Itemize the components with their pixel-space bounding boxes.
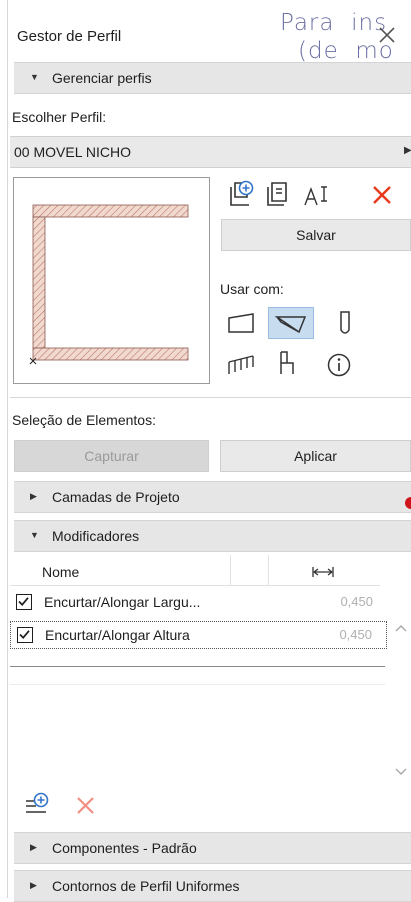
expanded-triangle-icon: ▼ [30, 530, 39, 540]
scroll-up-icon[interactable] [394, 620, 408, 632]
column-separator [268, 555, 269, 585]
chevron-right-icon: ▶ [404, 145, 411, 156]
duplicate-profile-icon[interactable] [264, 179, 294, 209]
row-checkbox[interactable] [16, 594, 32, 610]
expanded-triangle-icon: ▼ [30, 72, 39, 82]
object-tool-icon[interactable] [272, 348, 302, 378]
close-overlay-icon[interactable] [378, 26, 396, 44]
status-dot [405, 497, 411, 509]
row-value: 0,450 [339, 627, 372, 642]
collapsed-triangle-icon: ▶ [30, 491, 37, 501]
panel-left-border [7, 0, 8, 898]
panel-title: Gestor de Perfil [17, 28, 122, 45]
profile-select-value: 00 MOVEL NICHO [14, 144, 131, 160]
section-components[interactable]: ▶ Componentes - Padrão [14, 832, 411, 864]
table-row[interactable]: Encurtar/Alongar Largu... 0,450 [10, 589, 387, 617]
add-modifier-icon[interactable] [24, 790, 54, 820]
table-header: Nome [10, 555, 380, 586]
choose-profile-label: Escolher Perfil: [12, 109, 107, 125]
section-label: Camadas de Projeto [52, 489, 180, 505]
wall-tool-icon[interactable] [226, 308, 256, 338]
section-label: Modificadores [52, 528, 140, 544]
section-modifiers[interactable]: ▼ Modificadores [14, 520, 411, 552]
collapsed-triangle-icon: ▶ [30, 842, 37, 852]
delete-profile-icon[interactable] [368, 181, 398, 211]
profile-select[interactable]: 00 MOVEL NICHO ▶ [10, 136, 411, 168]
info-icon[interactable] [324, 350, 354, 380]
railing-tool-icon[interactable] [226, 348, 256, 378]
table-row-line [10, 684, 385, 685]
section-label: Contornos de Perfil Uniformes [52, 878, 240, 894]
capture-button[interactable]: Capturar [14, 440, 209, 472]
beam-tool-icon[interactable] [268, 307, 314, 339]
rename-profile-icon[interactable] [302, 181, 332, 211]
collapsed-triangle-icon: ▶ [30, 880, 37, 890]
delete-modifier-icon[interactable] [72, 792, 102, 822]
column-tool-icon[interactable] [330, 308, 360, 338]
row-value: 0,450 [340, 594, 373, 609]
overlay-text-line1: Para ins [280, 10, 388, 36]
row-name: Encurtar/Alongar Altura [45, 627, 190, 643]
add-profile-icon[interactable] [227, 179, 257, 209]
section-project-layers[interactable]: ▶ Camadas de Projeto [14, 481, 411, 513]
column-separator [230, 555, 231, 585]
section-manage-profiles[interactable]: ▼ Gerenciar perfis [14, 62, 411, 94]
row-checkbox[interactable] [17, 627, 33, 643]
divider [10, 397, 411, 398]
section-label: Componentes - Padrão [52, 840, 197, 856]
scroll-down-icon[interactable] [394, 764, 408, 776]
column-header-name[interactable]: Nome [42, 564, 79, 580]
profile-preview [13, 177, 210, 384]
use-with-label: Usar com: [220, 281, 284, 297]
apply-button[interactable]: Aplicar [220, 440, 411, 472]
table-row-line [10, 666, 385, 667]
profile-shape-graphic [29, 204, 189, 365]
row-name: Encurtar/Alongar Largu... [44, 594, 201, 610]
save-button[interactable]: Salvar [221, 219, 411, 251]
section-uniform-contours[interactable]: ▶ Contornos de Perfil Uniformes [14, 870, 411, 902]
section-label: Gerenciar perfis [52, 70, 152, 86]
width-column-icon[interactable] [312, 565, 334, 577]
element-selection-label: Seleção de Elementos: [12, 412, 156, 428]
table-row-selected[interactable]: Encurtar/Alongar Altura 0,450 [10, 621, 387, 649]
